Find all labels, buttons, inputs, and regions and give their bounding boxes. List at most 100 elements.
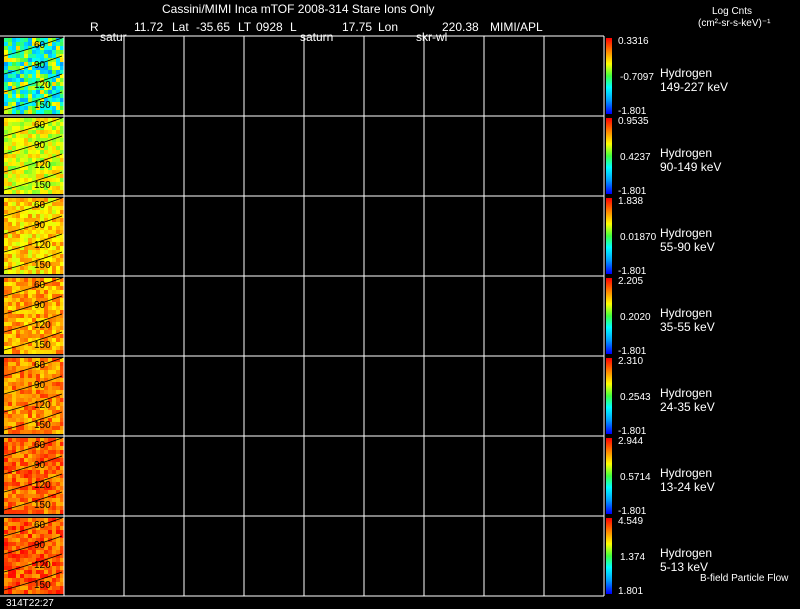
thumbnail-pixel — [56, 382, 60, 386]
thumbnail-pixel — [48, 310, 52, 314]
thumbnail-pixel — [52, 282, 56, 286]
thumbnail-pixel — [24, 298, 28, 302]
thumbnail-pixel — [56, 502, 60, 506]
thumbnail-pixel — [56, 70, 60, 74]
thumbnail-pixel — [60, 138, 64, 142]
thumbnail-pixel — [12, 282, 16, 286]
thumbnail-pixel — [24, 522, 28, 526]
thumbnail-pixel — [16, 494, 20, 498]
thumbnail-pixel — [56, 422, 60, 426]
thumbnail-pixel — [12, 574, 16, 578]
thumbnail-pixel — [12, 490, 16, 494]
thumbnail-pixel — [44, 474, 48, 478]
thumbnail-pixel — [52, 210, 56, 214]
thumbnail-pixel — [56, 342, 60, 346]
thumbnail-pixel — [16, 350, 20, 354]
thumbnail-pixel — [4, 182, 8, 186]
thumbnail-pixel — [12, 570, 16, 574]
thumbnail-pixel — [20, 70, 24, 74]
thumbnail-pixel — [28, 574, 32, 578]
thumbnail-pixel — [28, 134, 32, 138]
thumbnail-pixel — [16, 518, 20, 522]
thumbnail-pixel — [12, 58, 16, 62]
thumbnail-pixel — [28, 442, 32, 446]
thumbnail-pixel — [32, 74, 36, 78]
thumbnail-pixel — [20, 426, 24, 430]
thumbnail-pixel — [40, 154, 44, 158]
thumbnail-pixel — [20, 98, 24, 102]
thumbnail-pixel — [20, 138, 24, 142]
thumbnail-pixel — [12, 98, 16, 102]
thumbnail-image: 60 90 120 150 — [3, 277, 64, 354]
thumbnail-pixel — [4, 218, 8, 222]
thumbnail-pixel — [52, 506, 56, 510]
thumbnail-pixel — [52, 330, 56, 334]
thumbnail-pixel — [8, 578, 12, 582]
thumbnail-pixel — [4, 198, 8, 202]
thumbnail-pixel — [40, 294, 44, 298]
thumbnail-pixel — [28, 394, 32, 398]
thumbnail-pixel — [16, 362, 20, 366]
thumbnail-pixel — [52, 570, 56, 574]
thumbnail-pixel — [60, 566, 64, 570]
thumbnail-pixel — [52, 302, 56, 306]
thumbnail-pixel — [60, 450, 64, 454]
thumbnail-pixel — [8, 246, 12, 250]
thumbnail-pixel — [4, 110, 8, 114]
thumbnail-pixel — [8, 306, 12, 310]
thumbnail-image: 60 90 120 150 — [3, 117, 64, 194]
thumbnail-pixel — [16, 110, 20, 114]
thumbnail-pixel — [8, 38, 12, 42]
thumbnail-pixel — [56, 226, 60, 230]
thumbnail-pixel — [12, 358, 16, 362]
thumbnail-pixel — [12, 190, 16, 194]
thumbnail-pixel — [8, 138, 12, 142]
thumbnail-pixel — [8, 142, 12, 146]
thumbnail-pixel — [40, 214, 44, 218]
thumbnail-pixel — [16, 402, 20, 406]
thumbnail-pixel — [8, 74, 12, 78]
thumbnail-pixel — [60, 338, 64, 342]
thumbnail-pixel — [56, 590, 60, 594]
thumbnail-pixel — [52, 42, 56, 46]
thumbnail-pixel — [12, 430, 16, 434]
thumbnail-pixel — [60, 522, 64, 526]
colorbar-mid-label: 0.2543 — [620, 392, 651, 403]
thumbnail-tick-label: 60 — [34, 520, 46, 531]
thumbnail-pixel — [60, 130, 64, 134]
thumbnail-pixel — [12, 534, 16, 538]
thumbnail-pixel — [16, 534, 20, 538]
thumbnail-pixel — [52, 362, 56, 366]
thumbnail-pixel — [16, 418, 20, 422]
thumbnail-pixel — [16, 154, 20, 158]
thumbnail-pixel — [4, 466, 8, 470]
thumbnail-pixel — [12, 394, 16, 398]
thumbnail-pixel — [48, 130, 52, 134]
thumbnail-pixel — [28, 94, 32, 98]
thumbnail-pixel — [20, 506, 24, 510]
thumbnail-pixel — [4, 270, 8, 274]
thumbnail-pixel — [52, 258, 56, 262]
thumbnail-pixel — [32, 94, 36, 98]
thumbnail-pixel — [4, 146, 8, 150]
thumbnail-pixel — [28, 190, 32, 194]
thumbnail-pixel — [20, 158, 24, 162]
thumbnail-pixel — [4, 538, 8, 542]
thumbnail-pixel — [8, 206, 12, 210]
thumbnail-pixel — [16, 206, 20, 210]
thumbnail-pixel — [12, 238, 16, 242]
thumbnail-pixel — [48, 306, 52, 310]
thumbnail-pixel — [24, 534, 28, 538]
thumbnail-pixel — [40, 534, 44, 538]
thumbnail-pixel — [60, 42, 64, 46]
thumbnail-pixel — [4, 510, 8, 514]
thumbnail-pixel — [12, 74, 16, 78]
thumbnail-pixel — [56, 486, 60, 490]
thumbnail-pixel — [16, 78, 20, 82]
thumbnail-pixel — [40, 94, 44, 98]
thumbnail-pixel — [52, 82, 56, 86]
thumbnail-pixel — [12, 474, 16, 478]
thumbnail-pixel — [60, 334, 64, 338]
thumbnail-pixel — [28, 474, 32, 478]
thumbnail-pixel — [24, 390, 28, 394]
